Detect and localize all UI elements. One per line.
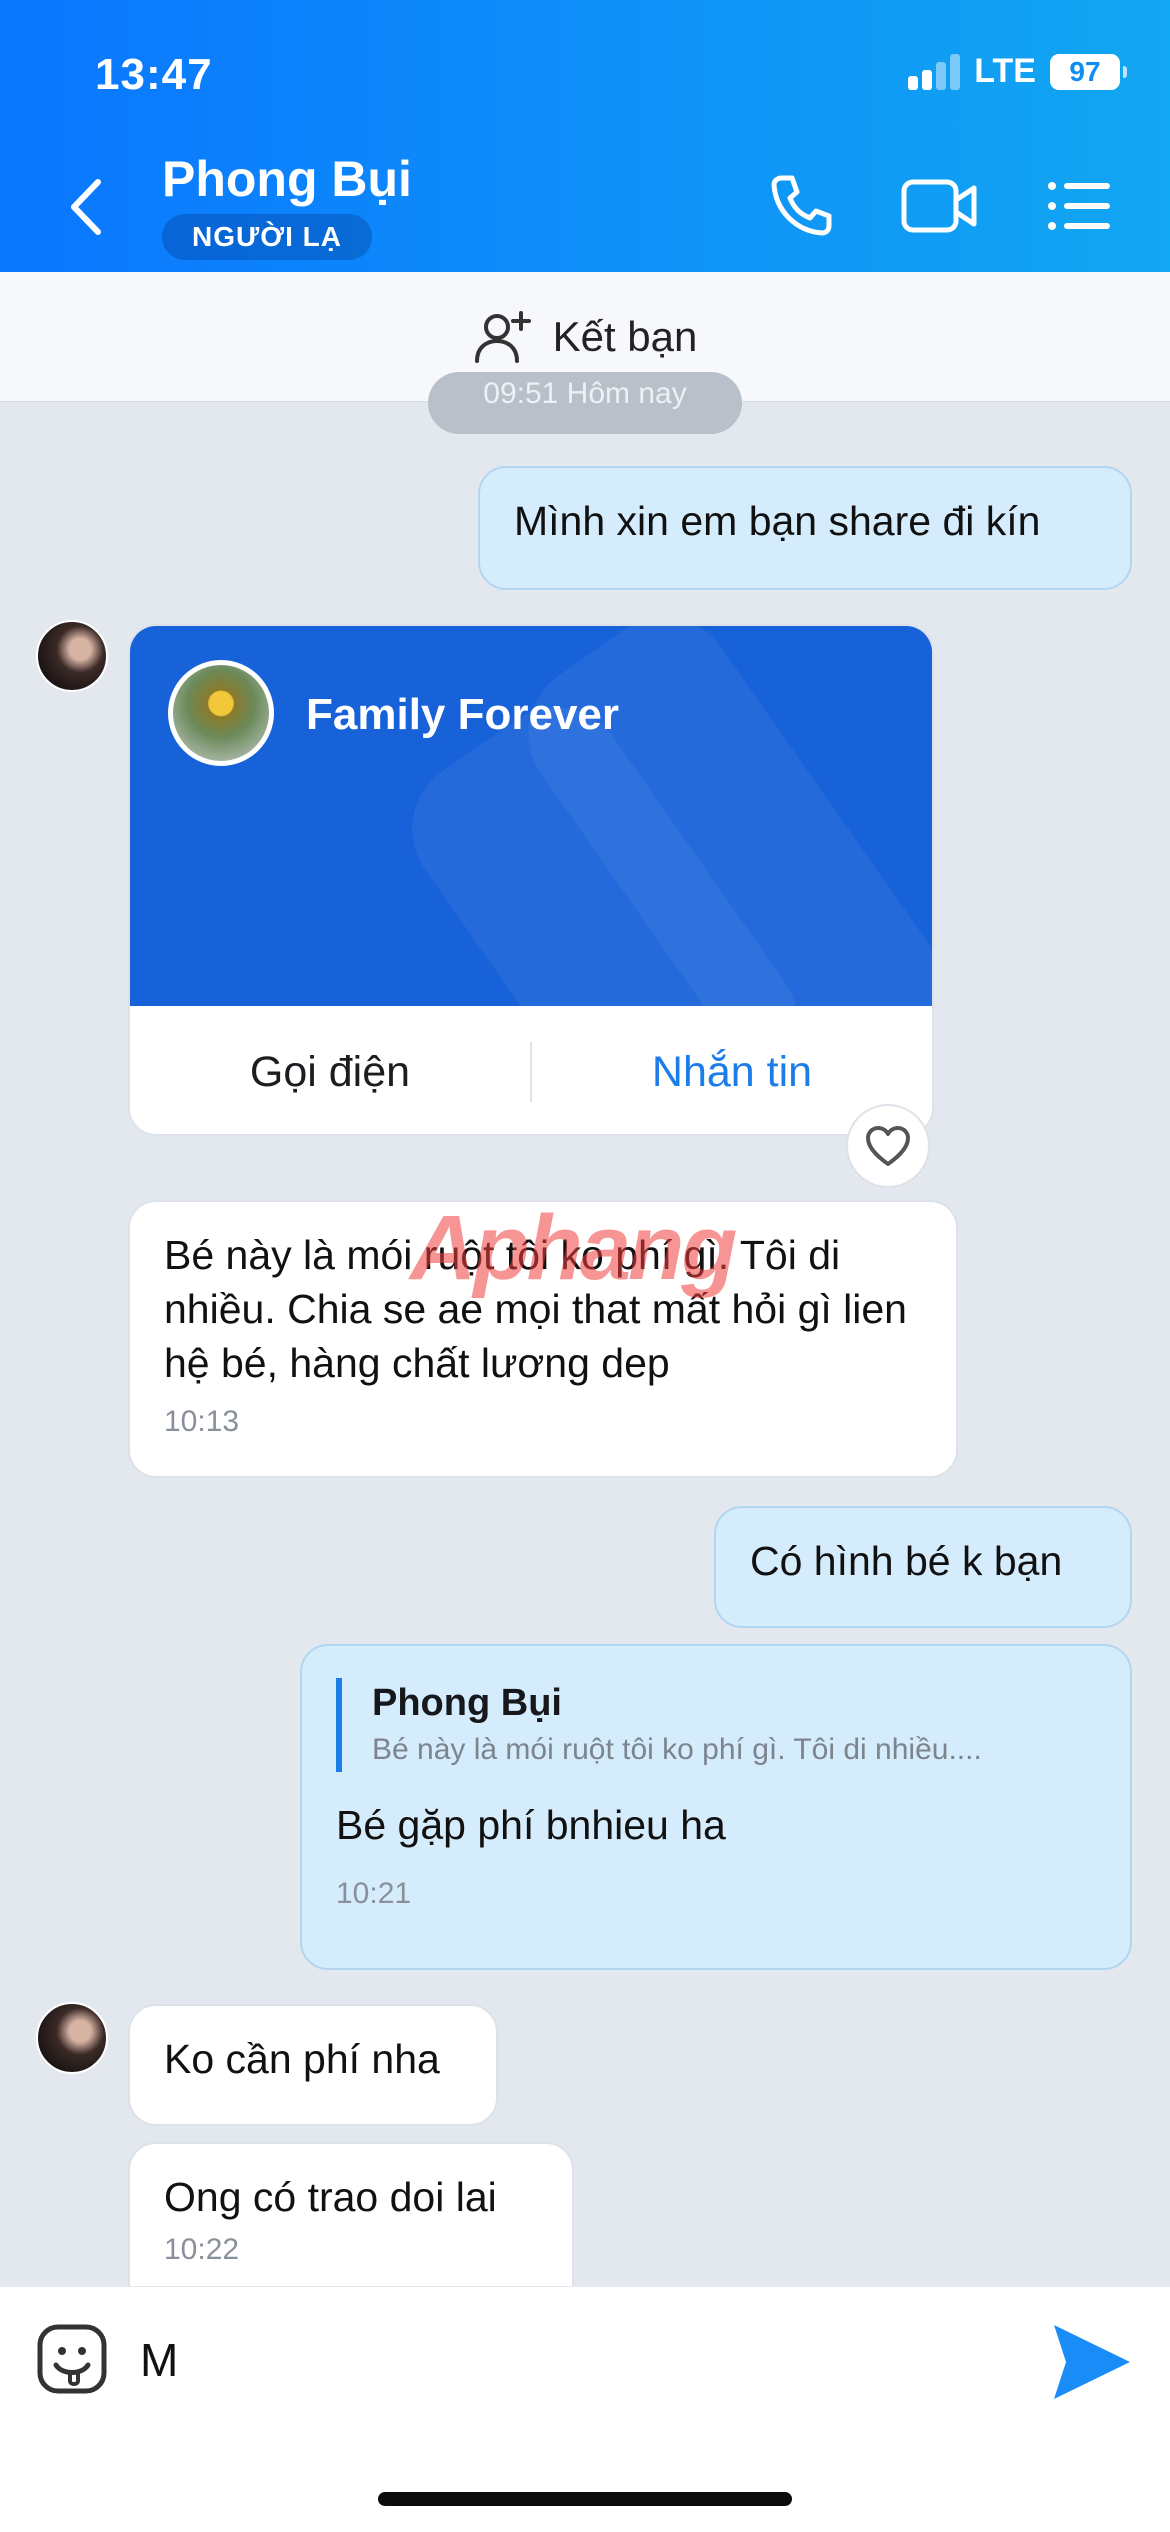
home-indicator	[378, 2492, 792, 2506]
quote-text: Bé này là mói ruột tôi ko phí gì. Tôi di…	[372, 1733, 982, 1766]
sender-avatar[interactable]	[36, 2002, 108, 2074]
network-type: LTE	[974, 52, 1036, 90]
back-button[interactable]	[60, 172, 110, 242]
message-bubble-outgoing[interactable]: Mình xin em bạn share đi kín	[478, 466, 1132, 590]
message-time: 10:13	[164, 1405, 240, 1438]
react-button[interactable]	[846, 1104, 930, 1188]
video-call-button[interactable]	[900, 176, 980, 241]
stranger-badge: NGƯỜI LẠ	[162, 214, 372, 260]
card-message-button[interactable]: Nhắn tin	[532, 1048, 932, 1097]
message-text: Ong có trao doi lai	[164, 2174, 497, 2220]
message-text: Có hình bé k bạn	[750, 1538, 1063, 1584]
sticker-button[interactable]	[36, 2323, 108, 2395]
phone-icon	[771, 175, 832, 236]
card-call-button[interactable]: Gọi điện	[130, 1048, 530, 1097]
add-friend-label: Kết bạn	[552, 312, 698, 360]
battery-icon: 97	[1050, 53, 1127, 90]
message-bubble-outgoing[interactable]: Có hình bé k bạn	[714, 1506, 1132, 1628]
sender-avatar[interactable]	[36, 620, 108, 692]
chat-header: 13:47 LTE 97 Phong Bụi NGƯỜI LẠ	[0, 0, 1170, 272]
call-button[interactable]	[766, 170, 836, 245]
message-text: Mình xin em bạn share đi kín	[514, 498, 1041, 544]
send-icon	[1054, 2325, 1130, 2399]
video-call-icon	[901, 179, 977, 233]
date-separator: 09:51 Hôm nay	[428, 372, 742, 434]
add-friend-icon	[474, 310, 531, 363]
contact-card-banner: Family Forever	[130, 626, 932, 1006]
sticker-icon	[37, 2324, 107, 2394]
message-bubble-reply[interactable]: Phong Bụi Bé này là mói ruột tôi ko phí …	[300, 1644, 1132, 1970]
message-text: Bé gặp phí bnhieu ha	[336, 1802, 726, 1848]
quoted-message[interactable]: Phong Bụi Bé này là mói ruột tôi ko phí …	[336, 1678, 1096, 1772]
back-chevron-icon	[71, 179, 101, 235]
status-time: 13:47	[95, 50, 213, 99]
message-text: Ko cần phí nha	[164, 2036, 440, 2082]
contact-card-avatar	[168, 660, 274, 766]
menu-button[interactable]	[1046, 176, 1112, 241]
contact-card-actions: Gọi điện Nhắn tin	[130, 1006, 932, 1134]
send-button[interactable]	[1046, 2317, 1136, 2407]
contact-name[interactable]: Phong Bụi	[162, 150, 412, 208]
quote-author: Phong Bụi	[372, 1682, 562, 1724]
heart-icon	[866, 1126, 910, 1166]
message-time: 10:21	[336, 1877, 412, 1910]
message-time: 10:22	[164, 2233, 240, 2266]
watermark: Aphang	[410, 1197, 737, 1299]
signal-icon	[908, 53, 961, 90]
status-icons: LTE 97	[908, 52, 1127, 91]
message-input[interactable]	[140, 2321, 1000, 2399]
menu-list-icon	[1048, 182, 1110, 230]
contact-card[interactable]: Family Forever Gọi điện Nhắn tin	[128, 624, 934, 1136]
contact-card-name: Family Forever	[306, 690, 620, 739]
message-bubble-incoming[interactable]: Ko cần phí nha	[128, 2004, 498, 2126]
